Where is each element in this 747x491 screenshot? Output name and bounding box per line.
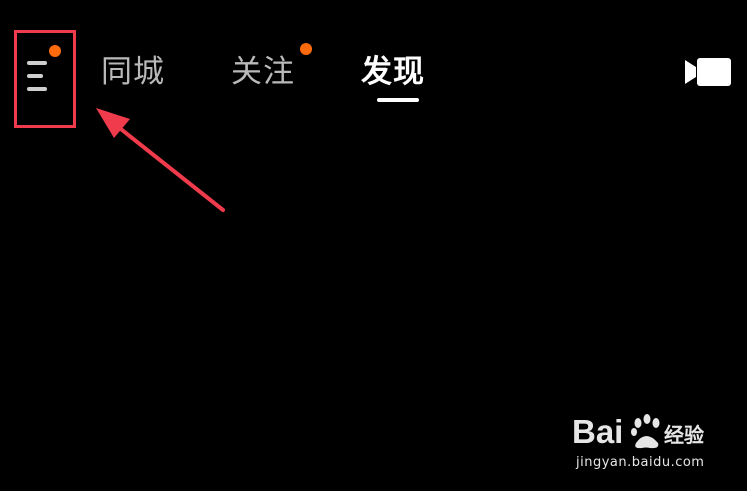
hamburger-menu-icon[interactable]	[27, 59, 53, 93]
baidu-jingyan-watermark: Bai 经验 jingyan.baidu.com	[570, 405, 720, 477]
svg-text:经验: 经验	[664, 423, 704, 447]
svg-text:Bai: Bai	[572, 413, 623, 450]
menu-button[interactable]	[14, 30, 76, 128]
tab-discover[interactable]: 发现	[361, 50, 425, 94]
annotation-arrow	[96, 108, 225, 212]
video-camera-icon[interactable]	[685, 56, 731, 88]
watermark-url: jingyan.baidu.com	[576, 455, 705, 470]
baidu-jingyan-logo: Bai 经验	[572, 413, 704, 450]
following-notification-dot	[300, 43, 312, 55]
tab-nearby[interactable]: 同城	[101, 50, 165, 94]
notification-dot	[49, 45, 61, 57]
tab-following[interactable]: 关注	[231, 50, 295, 94]
app-screen: 同城 关注 发现 Bai 经验 jingyan.baidu.com	[0, 0, 747, 491]
active-tab-indicator	[377, 98, 419, 102]
